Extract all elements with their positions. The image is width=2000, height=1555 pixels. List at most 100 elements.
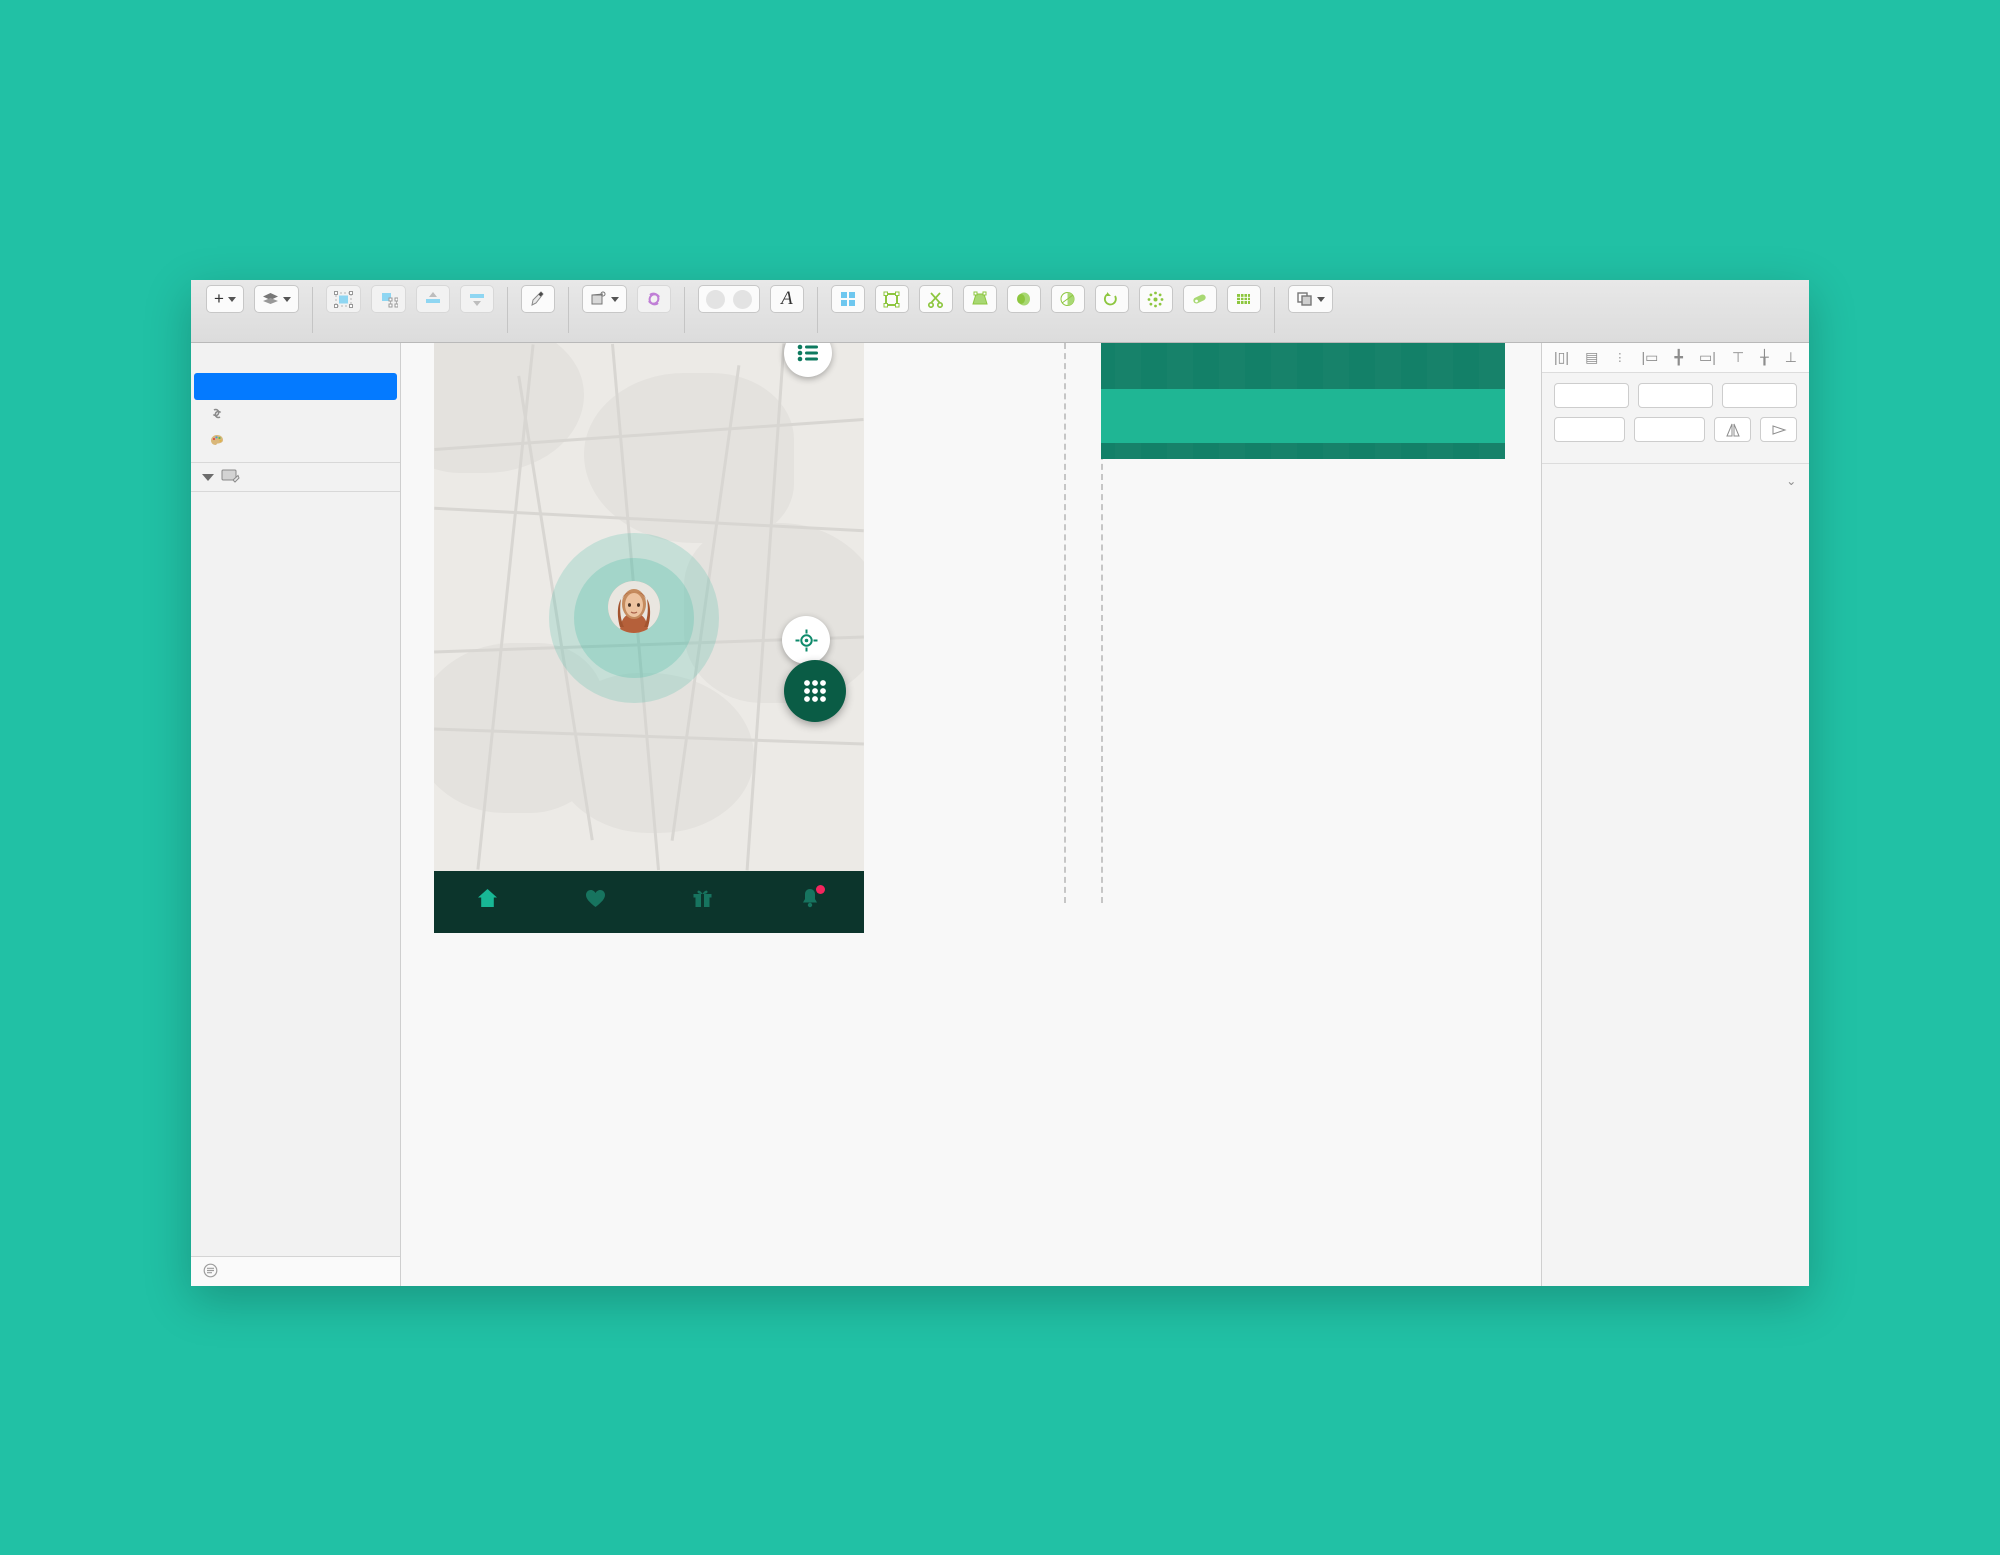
flip-vertical-button[interactable] bbox=[1760, 417, 1797, 442]
tools-button[interactable] bbox=[581, 285, 627, 313]
toolbar-item-insert[interactable]: + bbox=[201, 285, 249, 317]
avatar[interactable] bbox=[608, 581, 660, 633]
group-button[interactable] bbox=[325, 285, 361, 313]
fonts-button[interactable]: A bbox=[769, 285, 804, 313]
width-field[interactable] bbox=[1554, 417, 1625, 442]
toolbar-item-flatten[interactable] bbox=[1178, 285, 1222, 317]
align-middle-icon[interactable]: ╁ bbox=[1760, 349, 1768, 366]
scissors-button[interactable] bbox=[918, 285, 953, 313]
left-panel bbox=[191, 343, 401, 1286]
access-categories-fab[interactable] bbox=[784, 660, 846, 722]
zoom-out-button[interactable] bbox=[705, 289, 725, 309]
align-left-edge-icon[interactable]: |▭ bbox=[1642, 349, 1659, 366]
ungroup-button[interactable] bbox=[370, 285, 406, 313]
toolbar-item-zoom[interactable] bbox=[693, 285, 765, 317]
notification-badge bbox=[816, 885, 826, 894]
toolbar-item-group[interactable] bbox=[321, 285, 366, 317]
artboard-categories[interactable] bbox=[1101, 343, 1505, 479]
align-bottom-icon[interactable]: ⊥ bbox=[1785, 349, 1797, 366]
page-item-mockups[interactable] bbox=[194, 373, 397, 400]
toolbar-item-edit[interactable] bbox=[1046, 285, 1090, 317]
inspector-panel: |▯| ▤ ⋮ |▭ ╋ ▭| ⊤ ╁ ⊥ ⌄ bbox=[1541, 343, 1809, 1286]
chevron-down-icon bbox=[1316, 296, 1325, 302]
backward-button[interactable] bbox=[459, 285, 494, 313]
tools-icon bbox=[591, 291, 606, 305]
toolbar-item-fonts[interactable]: A bbox=[765, 285, 809, 317]
crosshair-icon bbox=[795, 629, 817, 651]
align-top-icon[interactable]: ⊤ bbox=[1732, 349, 1744, 366]
scale-button[interactable] bbox=[1006, 285, 1041, 313]
align-toolbar[interactable]: |▯| ▤ ⋮ |▭ ╋ ▭| ⊤ ╁ ⊥ bbox=[1542, 343, 1809, 373]
toolbar-item-round-to-pixel[interactable] bbox=[1222, 285, 1266, 317]
make-grid-button[interactable] bbox=[830, 285, 865, 313]
insert-button[interactable]: + bbox=[206, 285, 244, 313]
zoom-control[interactable] bbox=[697, 285, 760, 313]
close-button[interactable] bbox=[1101, 389, 1505, 443]
show-location-button[interactable] bbox=[782, 616, 830, 664]
align-center-h-icon[interactable]: ▤ bbox=[1585, 349, 1598, 366]
toolbar-item-data[interactable] bbox=[249, 285, 304, 317]
align-left-icon[interactable]: |▯| bbox=[1554, 349, 1569, 366]
toolbar-item-combine[interactable] bbox=[1283, 285, 1338, 317]
grid-dots-icon bbox=[804, 680, 826, 702]
y-field[interactable] bbox=[1638, 383, 1713, 408]
align-distribute-icon[interactable]: ⋮ bbox=[1614, 351, 1625, 364]
toolbar-item-outlines[interactable] bbox=[870, 285, 914, 317]
nav-item-notificacoes[interactable] bbox=[757, 885, 865, 916]
page-item-styles[interactable] bbox=[191, 427, 400, 454]
rotate-copies-button[interactable] bbox=[1138, 285, 1173, 313]
toolbar-item-rotate[interactable] bbox=[1090, 285, 1134, 317]
forward-button[interactable] bbox=[415, 285, 450, 313]
nav-item-favoritos[interactable] bbox=[542, 889, 650, 916]
flatten-button[interactable] bbox=[1182, 285, 1217, 313]
flip-horizontal-icon bbox=[1725, 423, 1740, 436]
rotation-field[interactable] bbox=[1722, 383, 1797, 408]
toolbar-divider bbox=[506, 287, 508, 333]
bottom-nav[interactable] bbox=[434, 871, 864, 933]
toolbar-item-make-grid[interactable] bbox=[826, 285, 870, 317]
toolbar-item-transform[interactable] bbox=[958, 285, 1002, 317]
round-to-pixel-button[interactable] bbox=[1226, 285, 1261, 313]
forward-icon bbox=[425, 291, 440, 303]
categories-panel[interactable] bbox=[1101, 343, 1505, 459]
disclosure-triangle-icon[interactable] bbox=[202, 473, 214, 481]
layers-icon bbox=[262, 292, 278, 304]
toolbar-item-backward[interactable] bbox=[455, 285, 499, 317]
x-field[interactable] bbox=[1554, 383, 1629, 408]
bell-icon bbox=[800, 885, 826, 913]
map-canvas[interactable] bbox=[434, 343, 864, 871]
artboard-map-view[interactable] bbox=[434, 343, 864, 961]
flip-horizontal-button[interactable] bbox=[1714, 417, 1751, 442]
create-symbol-button[interactable] bbox=[636, 285, 671, 313]
combine-button[interactable] bbox=[1287, 285, 1333, 313]
chevron-down-icon[interactable]: ⌄ bbox=[1786, 474, 1797, 488]
data-button[interactable] bbox=[253, 285, 299, 313]
slice-button[interactable] bbox=[520, 285, 555, 313]
layer-filter-bar[interactable] bbox=[191, 1256, 400, 1286]
toolbar-divider bbox=[567, 287, 569, 333]
toolbar-item-rotate-copies[interactable] bbox=[1134, 285, 1178, 317]
canvas[interactable] bbox=[401, 343, 1541, 1286]
layers-list[interactable] bbox=[191, 492, 400, 1256]
position-size-fields[interactable] bbox=[1542, 373, 1809, 464]
style-section-header[interactable]: ⌄ bbox=[1542, 464, 1809, 497]
artboard-header[interactable] bbox=[191, 462, 400, 492]
edit-button[interactable] bbox=[1050, 285, 1085, 313]
transform-button[interactable] bbox=[962, 285, 997, 313]
toolbar-item-tools[interactable] bbox=[577, 285, 632, 317]
nav-item-promocoes[interactable] bbox=[649, 888, 757, 916]
toolbar-item-forward[interactable] bbox=[411, 285, 455, 317]
outlines-button[interactable] bbox=[874, 285, 909, 313]
height-field[interactable] bbox=[1634, 417, 1705, 442]
align-right-edge-icon[interactable]: ▭| bbox=[1699, 349, 1716, 366]
nav-item-home[interactable] bbox=[434, 888, 542, 916]
toolbar-item-scale[interactable] bbox=[1002, 285, 1046, 317]
toolbar-item-ungroup[interactable] bbox=[366, 285, 411, 317]
rotate-button[interactable] bbox=[1094, 285, 1129, 313]
toolbar-item-slice[interactable] bbox=[516, 285, 560, 317]
toolbar-item-scissors[interactable] bbox=[914, 285, 958, 317]
page-item-symbols[interactable] bbox=[191, 400, 400, 427]
toolbar-item-create-symbol[interactable] bbox=[632, 285, 676, 317]
align-center-icon[interactable]: ╋ bbox=[1674, 349, 1682, 366]
zoom-in-button[interactable] bbox=[732, 289, 752, 309]
